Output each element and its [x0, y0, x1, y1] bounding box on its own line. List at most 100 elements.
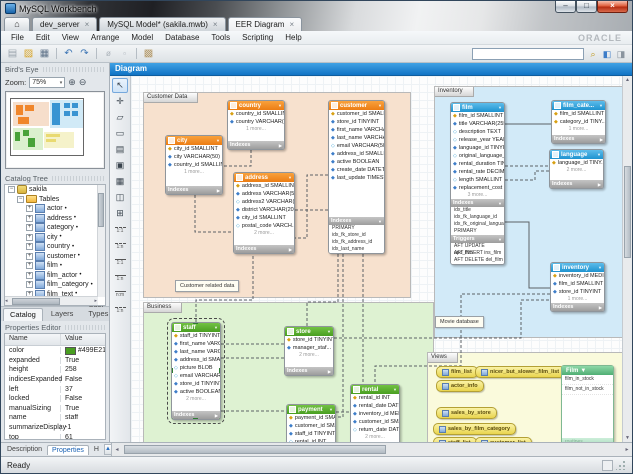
- tree-node-table-address[interactable]: +address•: [5, 214, 105, 224]
- property-row-name[interactable]: namestaff: [5, 413, 105, 423]
- column-category-id[interactable]: ◆category_id TINY...: [552, 118, 605, 126]
- menu-scripting[interactable]: Scripting: [236, 33, 279, 42]
- section-item-primary[interactable]: PRIMARY: [451, 228, 504, 235]
- section-item-aft-update-upd-film[interactable]: AFT UPDATE upd_film: [451, 243, 504, 250]
- column-payment-id[interactable]: ◆payment_id SMAL...: [287, 414, 335, 422]
- tree-node-table-country[interactable]: +country•: [5, 242, 105, 252]
- column-length[interactable]: ◇length SMALLINT: [451, 176, 504, 184]
- tree-expander-icon[interactable]: +: [26, 215, 33, 222]
- h-scroll-thumb[interactable]: [124, 445, 386, 454]
- section-indexes[interactable]: Indexes▶: [551, 303, 604, 311]
- tree-node-table-customer[interactable]: +customer•: [5, 252, 105, 262]
- table-header[interactable]: film_cate...▼: [552, 101, 605, 110]
- column-address-id[interactable]: ◆address_id SMALL...: [172, 356, 220, 364]
- zoom-out-doc-icon[interactable]: ø: [102, 47, 115, 60]
- column-country-id[interactable]: ◆country_id SMALLINT: [166, 161, 222, 169]
- open-document-icon[interactable]: ▨: [22, 47, 35, 60]
- image-tool[interactable]: ▣: [112, 158, 128, 173]
- more-columns-label[interactable]: 2 more...: [550, 167, 603, 174]
- minimap-viewport[interactable]: [10, 98, 84, 156]
- column-last-update[interactable]: ◆last_update TIMEST...: [329, 174, 384, 182]
- tree-expander-icon[interactable]: +: [26, 281, 33, 288]
- tree-node-table-actor[interactable]: +actor•: [5, 204, 105, 214]
- tree-expander-icon[interactable]: +: [26, 253, 33, 260]
- pan-tool[interactable]: ✛: [112, 94, 128, 109]
- connection-fk-address-city[interactable]: [195, 195, 233, 232]
- section-indexes[interactable]: Indexes▶: [166, 186, 222, 194]
- column-customer-id[interactable]: ◆customer_id SMALL...: [329, 110, 384, 118]
- menu-edit[interactable]: Edit: [30, 33, 56, 42]
- tree-expander-icon[interactable]: +: [26, 243, 33, 250]
- tab-eer-diagram[interactable]: EER Diagram×: [228, 17, 303, 31]
- close-icon[interactable]: ×: [213, 21, 218, 29]
- eer-diagram-canvas[interactable]: Customer DataInventoryBusinessViewsCusto…: [131, 76, 622, 442]
- scroll-down-icon[interactable]: ▼: [623, 434, 632, 442]
- tree-expander-icon[interactable]: +: [26, 262, 33, 269]
- view-nicer-but-slower-film-list[interactable]: nicer_but_slower_film_list: [475, 366, 565, 378]
- scroll-up-icon[interactable]: ▲: [623, 76, 632, 84]
- table-film[interactable]: film▼◆film_id SMALLINT◆title VARCHAR(255…: [450, 102, 505, 265]
- section-item-aft-delete-del-film[interactable]: AFT DELETE del_film: [451, 257, 504, 264]
- menu-help[interactable]: Help: [279, 33, 307, 42]
- table-header[interactable]: country▼: [228, 101, 284, 110]
- column-store-id[interactable]: ◆store_id TINYINT: [285, 336, 333, 344]
- arrow-up-icon[interactable]: ▲: [104, 444, 112, 455]
- column-rental-duration[interactable]: ◆rental_duration TIN...: [451, 160, 504, 168]
- table-header[interactable]: staff▼: [172, 323, 220, 332]
- table-header[interactable]: rental▼: [351, 385, 399, 394]
- column-rental-id[interactable]: ◆rental_id INT: [351, 394, 399, 402]
- new-eer-diagram-icon[interactable]: ▩: [142, 47, 155, 60]
- more-columns-label[interactable]: 2 more...: [172, 396, 220, 403]
- section-item-idx-fk-store-id[interactable]: idx_fk_store_id: [329, 232, 384, 239]
- column-film-id[interactable]: ◆film_id SMALLINT: [451, 112, 504, 120]
- menu-database[interactable]: Database: [159, 33, 205, 42]
- connection-fk-inventory-film[interactable]: [505, 222, 550, 288]
- connection-fk-city-country[interactable]: [223, 150, 251, 166]
- table-store[interactable]: store▼◆store_id TINYINT◆manager_staf...2…: [284, 326, 334, 376]
- tree-node-table-film-actor[interactable]: +film_actor•: [5, 271, 105, 281]
- section-triggers[interactable]: Triggers▼: [451, 235, 504, 243]
- view-sales-by-film-category[interactable]: sales_by_film_category: [433, 423, 516, 435]
- column-last-name[interactable]: ◆last_name VARCH...: [172, 348, 220, 356]
- rel-1-1-non-identifying-tool[interactable]: 1:1: [112, 222, 128, 237]
- save-model-icon[interactable]: ▦: [38, 47, 51, 60]
- column-description[interactable]: ◇description TEXT: [451, 128, 504, 136]
- select-tool[interactable]: ↖: [112, 78, 128, 93]
- new-document-icon[interactable]: ▤: [6, 47, 19, 60]
- tree-node-table-category[interactable]: +category•: [5, 223, 105, 233]
- column-last-name[interactable]: ◆last_name VARCHA...: [329, 134, 384, 142]
- editor-tab-properties[interactable]: Properties: [47, 445, 89, 455]
- rel-n-m-identifying-tool[interactable]: n:m: [112, 286, 128, 301]
- table-header[interactable]: language▼: [550, 150, 603, 159]
- table-staff[interactable]: staff▼◆staff_id TINYINT◆first_name VARCH…: [171, 322, 221, 420]
- table-header[interactable]: inventory▼: [551, 263, 604, 272]
- zoom-out-icon[interactable]: ⊖: [79, 77, 87, 88]
- tree-node-table-city[interactable]: +city•: [5, 233, 105, 243]
- tab-mysql-model-sakila-mwb[interactable]: MySQL Model* (sakila.mwb)×: [99, 17, 225, 31]
- column-postal-code[interactable]: ◇postal_code VARCH...: [234, 222, 294, 230]
- diagram-h-scrollbar[interactable]: ◂ ▸: [112, 443, 632, 456]
- tree-expander-icon[interactable]: +: [26, 234, 33, 241]
- table-header[interactable]: address▼: [234, 173, 294, 182]
- table-header[interactable]: customer▼: [329, 101, 384, 110]
- connection-fk-customer-store[interactable]: [307, 254, 338, 326]
- redo-icon[interactable]: ↷: [78, 47, 91, 60]
- tree-node-table-film-category[interactable]: +film_category•: [5, 280, 105, 290]
- column-customer-id[interactable]: ◆customer_id SMAL...: [287, 422, 335, 430]
- sidebar-tab-layers[interactable]: Layers: [44, 307, 81, 321]
- tree-expander-icon[interactable]: −: [8, 186, 15, 193]
- column-address-id[interactable]: ◆address_id SMALLINT: [234, 182, 294, 190]
- column-release-year[interactable]: ◇release_year YEAR: [451, 136, 504, 144]
- column-city[interactable]: ◆city VARCHAR(50): [166, 153, 222, 161]
- section-item-aft-insert-ins-film[interactable]: AFT INSERT ins_film: [451, 250, 504, 257]
- section-indexes[interactable]: Indexes▼: [451, 199, 504, 207]
- tree-node-table-film[interactable]: +film•: [5, 261, 105, 271]
- table-header[interactable]: film▼: [451, 103, 504, 112]
- editor-tab-description[interactable]: Description: [3, 445, 46, 454]
- property-row-left[interactable]: left37: [5, 384, 105, 394]
- view-film-list[interactable]: film_list: [436, 366, 478, 378]
- section-item-idx-fk-address-id[interactable]: idx_fk_address_id: [329, 239, 384, 246]
- catalog-tree-v-scrollbar[interactable]: [97, 185, 105, 297]
- close-icon[interactable]: ×: [85, 21, 90, 29]
- note-customer-related-data[interactable]: Customer related data: [175, 280, 239, 292]
